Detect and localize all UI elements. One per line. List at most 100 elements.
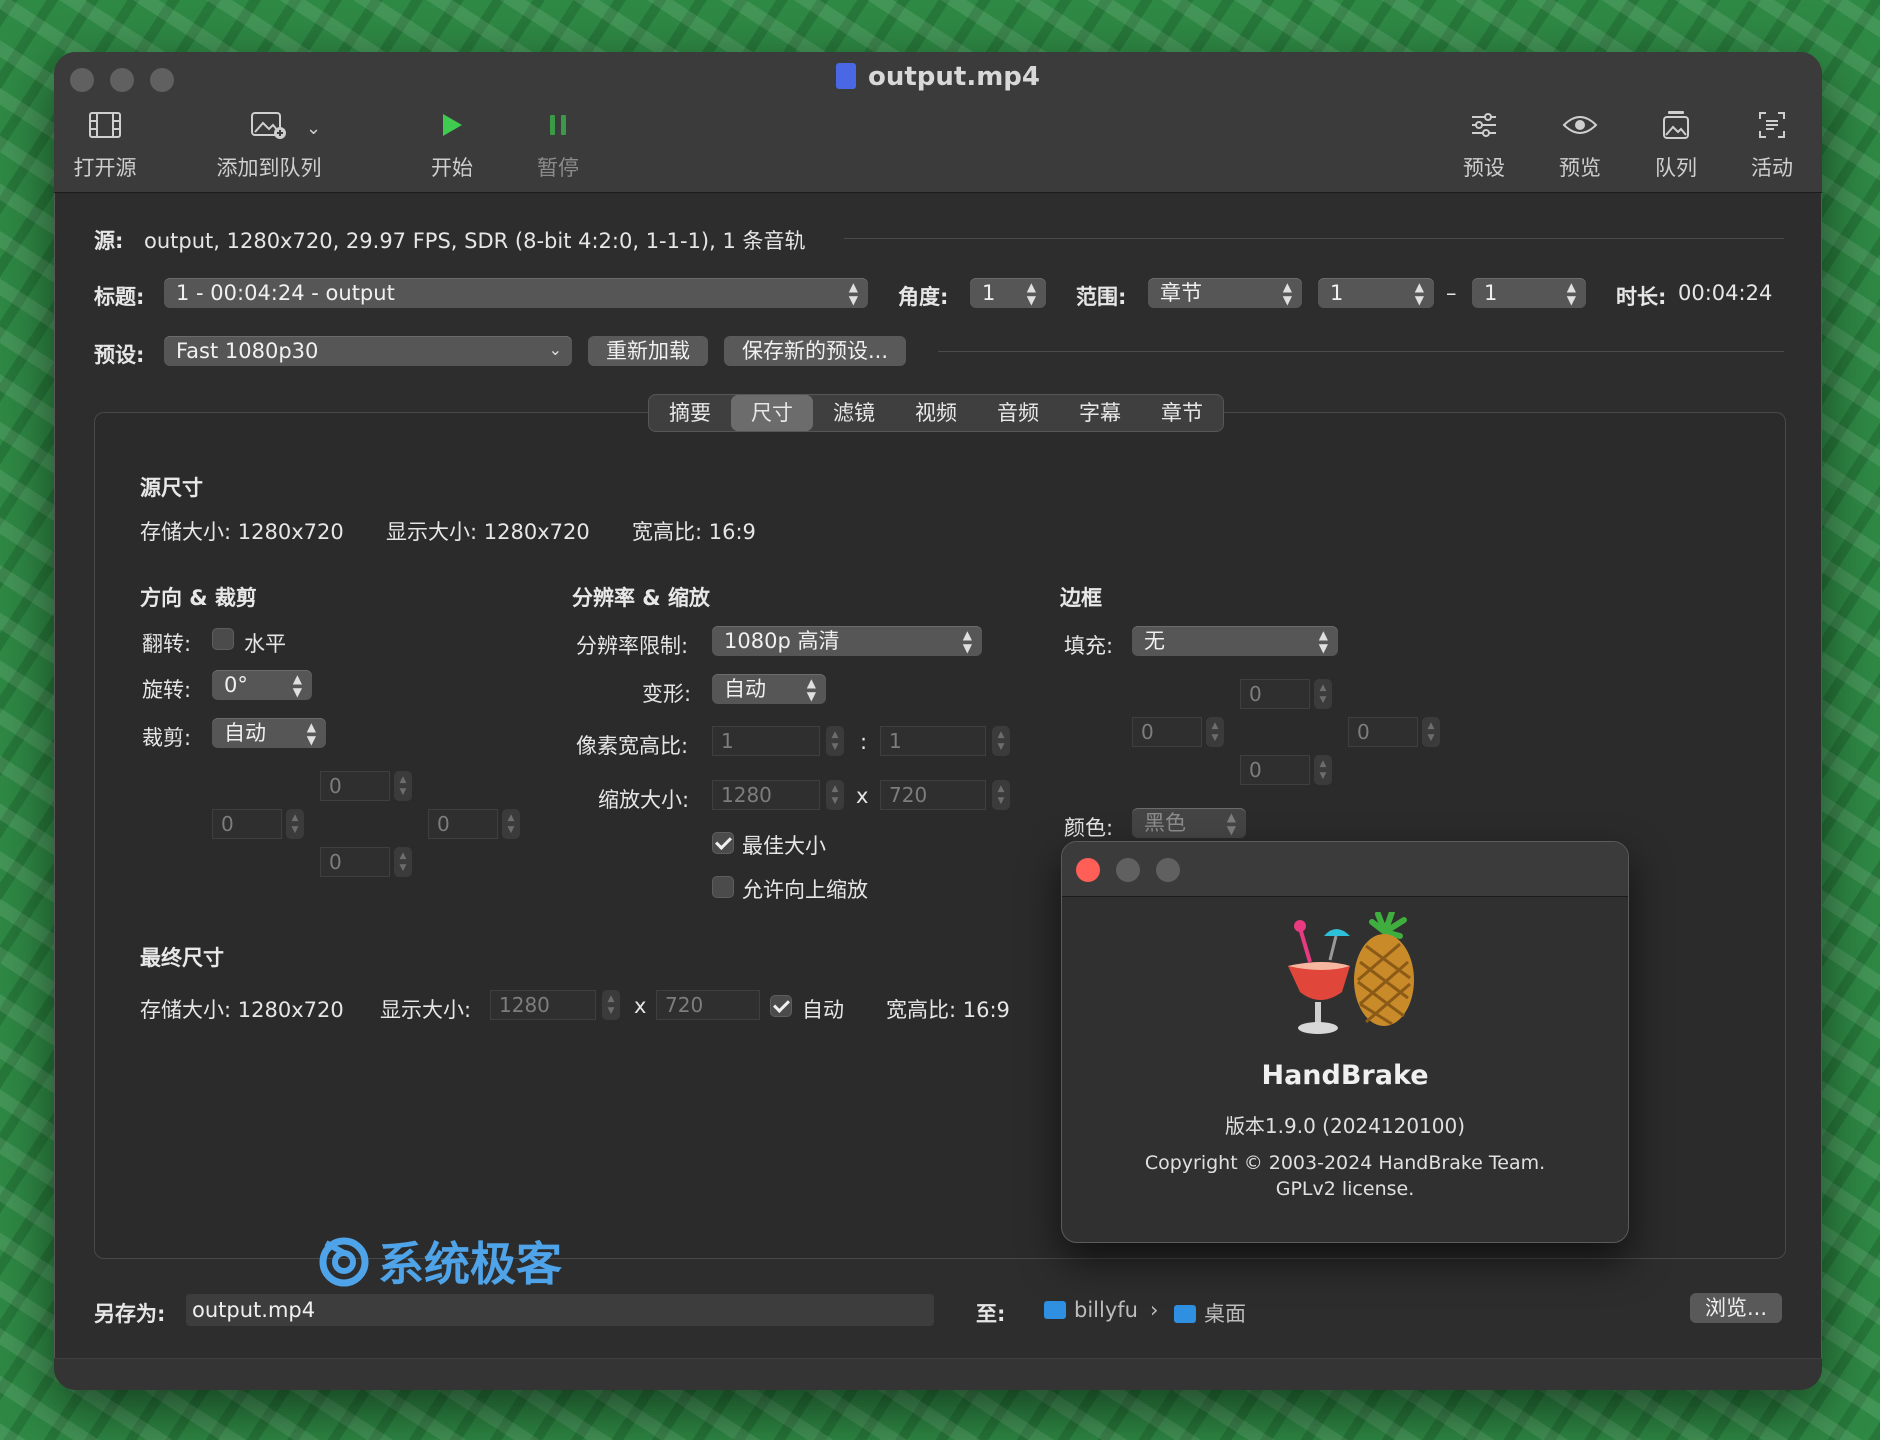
par-width-stepper[interactable]: ▲ ▼ bbox=[826, 726, 844, 756]
allow-upscale-checkbox[interactable] bbox=[712, 876, 734, 898]
range-label: 范围: bbox=[1076, 285, 1127, 309]
about-version: 版本1.9.0 (2024120100) bbox=[1224, 1114, 1466, 1138]
source-storage-size: 存储大小: 1280x720 bbox=[140, 520, 344, 544]
crop-left-stepper[interactable]: ▲ ▼ bbox=[286, 809, 304, 839]
save-new-preset-button[interactable]: 保存新的预设... bbox=[724, 336, 906, 366]
updown-chevron-icon: ▲ ▼ bbox=[1318, 628, 1328, 655]
about-zoom-button[interactable] bbox=[1156, 858, 1180, 882]
updown-chevron-icon: ▲ ▼ bbox=[292, 672, 302, 699]
border-right-field[interactable]: 0 bbox=[1348, 717, 1418, 747]
crop-top-stepper[interactable]: ▲ ▼ bbox=[394, 771, 412, 801]
tab-chapters[interactable]: 章节 bbox=[1141, 395, 1223, 431]
open-source-button[interactable]: 打开源 bbox=[70, 108, 140, 182]
color-select[interactable]: 黑色 ▲ ▼ bbox=[1132, 808, 1246, 838]
duration-label: 时长: bbox=[1616, 285, 1667, 309]
crop-bottom-stepper[interactable]: ▲ ▼ bbox=[394, 847, 412, 877]
scale-width-stepper[interactable]: ▲ ▼ bbox=[826, 780, 844, 810]
resolution-limit-select[interactable]: 1080p 高清 ▲ ▼ bbox=[712, 626, 982, 656]
updown-chevron-icon: ▲ ▼ bbox=[1282, 280, 1292, 307]
destination-label: 至: bbox=[976, 1302, 1006, 1326]
rotate-select[interactable]: 0° ▲ ▼ bbox=[212, 670, 312, 700]
filename-input[interactable]: output.mp4 bbox=[186, 1294, 934, 1326]
path-separator: › bbox=[1150, 1298, 1159, 1322]
borders-heading: 边框 bbox=[1060, 586, 1102, 610]
updown-chevron-icon: ▲ ▼ bbox=[1414, 280, 1424, 307]
border-bottom-stepper[interactable]: ▲ ▼ bbox=[1314, 755, 1332, 785]
fill-select[interactable]: 无 ▲ ▼ bbox=[1132, 626, 1338, 656]
tab-filters[interactable]: 滤镜 bbox=[813, 395, 895, 431]
scale-height-field[interactable]: 720 bbox=[880, 780, 986, 810]
add-image-icon bbox=[251, 112, 286, 139]
tab-video[interactable]: 视频 bbox=[895, 395, 977, 431]
path-user[interactable]: billyfu bbox=[1044, 1298, 1138, 1322]
start-button[interactable]: 开始 bbox=[422, 108, 482, 182]
about-copyright: Copyright © 2003-2024 HandBrake Team. bbox=[1144, 1152, 1546, 1174]
presets-button[interactable]: 预设 bbox=[1454, 108, 1514, 182]
spiral-logo-icon bbox=[319, 1237, 369, 1287]
border-left-field[interactable]: 0 bbox=[1132, 717, 1202, 747]
preset-select[interactable]: Fast 1080p30 ⌄ bbox=[164, 336, 572, 366]
border-right-stepper[interactable]: ▲ ▼ bbox=[1422, 717, 1440, 747]
about-app-name: HandBrake bbox=[1261, 1060, 1429, 1091]
window-title: output.mp4 bbox=[54, 62, 1822, 92]
par-height-field[interactable]: 1 bbox=[880, 726, 986, 756]
folder-icon bbox=[1174, 1305, 1196, 1323]
chevron-down-icon[interactable]: ⌄ bbox=[306, 118, 321, 139]
best-size-checkbox[interactable] bbox=[712, 832, 734, 854]
film-icon bbox=[89, 112, 121, 138]
title-select[interactable]: 1 - 00:04:24 - output ▲ ▼ bbox=[164, 278, 868, 308]
final-display-width-stepper[interactable]: ▲ ▼ bbox=[602, 990, 620, 1020]
about-license: GPLv2 license. bbox=[1275, 1178, 1415, 1200]
final-display-width-field[interactable]: 1280 bbox=[490, 990, 596, 1020]
path-folder[interactable]: 桌面 bbox=[1174, 1298, 1246, 1328]
color-label: 颜色: bbox=[1064, 816, 1114, 840]
crop-bottom-field[interactable]: 0 bbox=[320, 847, 390, 877]
tab-dimensions[interactable]: 尺寸 bbox=[731, 395, 813, 431]
range-end-select[interactable]: 1 ▲ ▼ bbox=[1472, 278, 1586, 308]
crop-right-stepper[interactable]: ▲ ▼ bbox=[502, 809, 520, 839]
updown-chevron-icon: ▲ ▼ bbox=[962, 628, 972, 655]
flip-horizontal-label: 水平 bbox=[244, 632, 286, 656]
tab-audio[interactable]: 音频 bbox=[977, 395, 1059, 431]
scale-separator: x bbox=[856, 784, 869, 808]
save-as-label: 另存为: bbox=[94, 1302, 166, 1326]
angle-select[interactable]: 1 ▲ ▼ bbox=[970, 278, 1046, 308]
updown-chevron-icon: ▲ ▼ bbox=[306, 720, 316, 747]
crop-top-field[interactable]: 0 bbox=[320, 771, 390, 801]
about-close-button[interactable] bbox=[1076, 858, 1100, 882]
scale-height-stepper[interactable]: ▲ ▼ bbox=[992, 780, 1010, 810]
pause-button[interactable]: 暂停 bbox=[528, 108, 588, 182]
crop-select[interactable]: 自动 ▲ ▼ bbox=[212, 718, 326, 748]
anamorphic-label: 变形: bbox=[642, 682, 692, 706]
angle-label: 角度: bbox=[898, 285, 949, 309]
par-width-field[interactable]: 1 bbox=[712, 726, 820, 756]
about-minimize-button[interactable] bbox=[1116, 858, 1140, 882]
preview-button[interactable]: 预览 bbox=[1550, 108, 1610, 182]
reload-preset-button[interactable]: 重新加载 bbox=[588, 336, 708, 366]
final-auto-checkbox[interactable] bbox=[770, 995, 792, 1017]
scale-width-field[interactable]: 1280 bbox=[712, 780, 820, 810]
activity-button[interactable]: 活动 bbox=[1742, 108, 1802, 182]
final-display-height-field[interactable]: 720 bbox=[656, 990, 760, 1020]
sliders-icon bbox=[1472, 113, 1496, 137]
par-height-stepper[interactable]: ▲ ▼ bbox=[992, 726, 1010, 756]
pause-icon bbox=[550, 115, 566, 135]
range-start-select[interactable]: 1 ▲ ▼ bbox=[1318, 278, 1434, 308]
tab-summary[interactable]: 摘要 bbox=[649, 395, 731, 431]
crop-left-field[interactable]: 0 bbox=[212, 809, 282, 839]
border-left-stepper[interactable]: ▲ ▼ bbox=[1206, 717, 1224, 747]
flip-horizontal-checkbox[interactable] bbox=[212, 628, 234, 650]
border-top-field[interactable]: 0 bbox=[1240, 679, 1310, 709]
browse-button[interactable]: 浏览... bbox=[1690, 1293, 1782, 1323]
separator bbox=[844, 238, 1784, 239]
range-type-select[interactable]: 章节 ▲ ▼ bbox=[1148, 278, 1302, 308]
crop-right-field[interactable]: 0 bbox=[428, 809, 498, 839]
source-dims-heading: 源尺寸 bbox=[140, 476, 203, 500]
anamorphic-select[interactable]: 自动 ▲ ▼ bbox=[712, 674, 826, 704]
border-bottom-field[interactable]: 0 bbox=[1240, 755, 1310, 785]
border-top-stepper[interactable]: ▲ ▼ bbox=[1314, 679, 1332, 709]
tab-subtitles[interactable]: 字幕 bbox=[1059, 395, 1141, 431]
queue-button[interactable]: 队列 bbox=[1646, 108, 1706, 182]
title-label: 标题: bbox=[94, 285, 145, 309]
photo-stack-icon bbox=[1663, 111, 1689, 139]
